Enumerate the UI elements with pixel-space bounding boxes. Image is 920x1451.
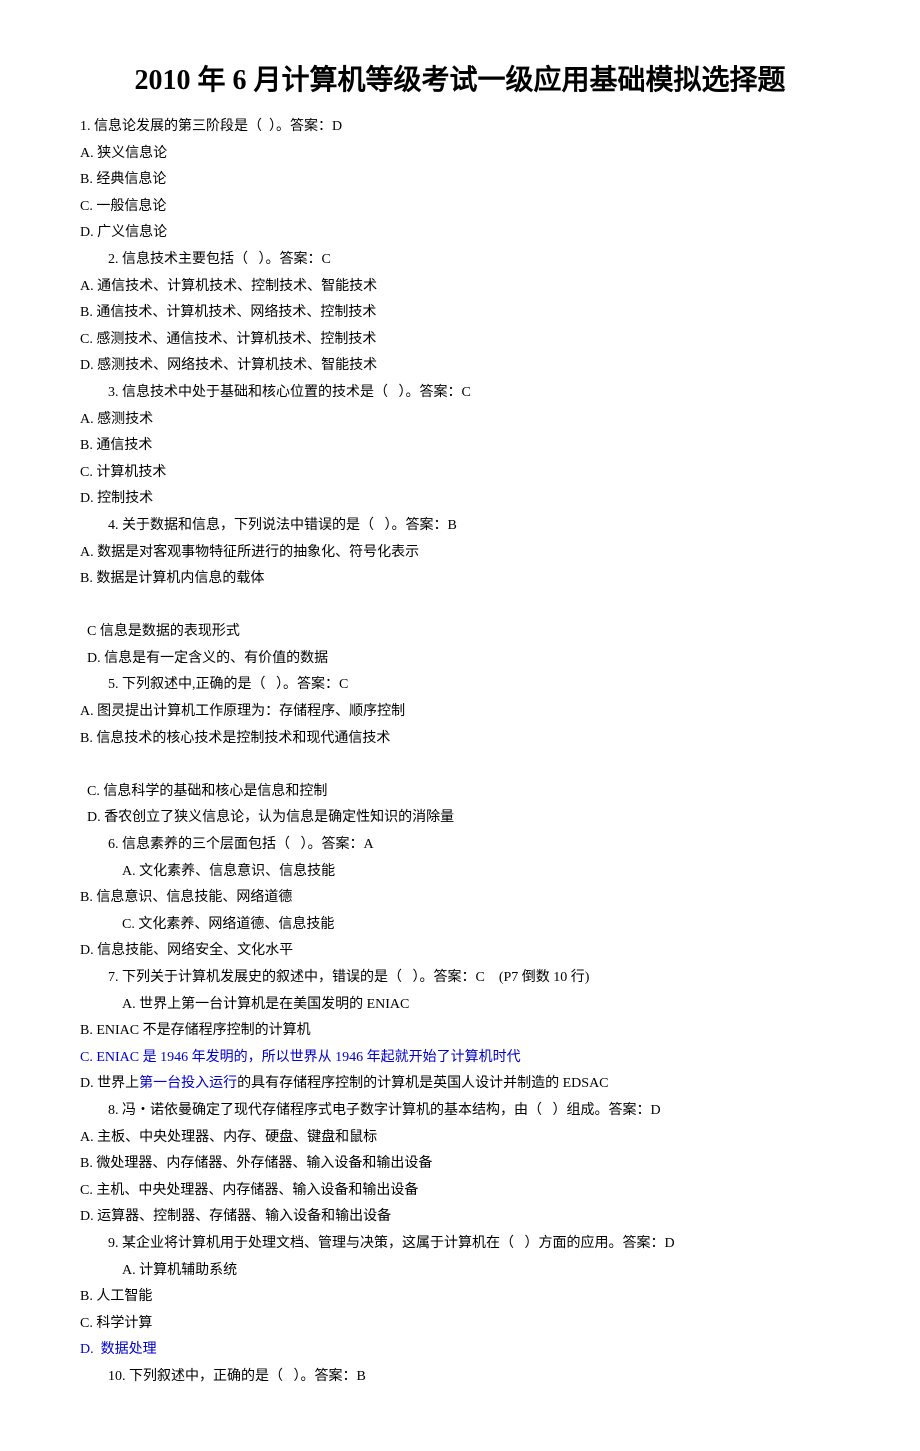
option-3d: D. 控制技术 bbox=[80, 486, 840, 513]
option-4a: A. 数据是对客观事物特征所进行的抽象化、符号化表示 bbox=[80, 540, 840, 567]
option-4cd-row: C 信息是数据的表现形式 D. 信息是有一定含义的、有价值的数据 bbox=[80, 593, 840, 673]
option-4d: D. 信息是有一定含义的、有价值的数据 bbox=[87, 651, 328, 666]
option-9d: D. 数据处理 bbox=[80, 1337, 840, 1364]
option-8d: D. 运算器、控制器、存储器、输入设备和输出设备 bbox=[80, 1204, 840, 1231]
option-4b: B. 数据是计算机内信息的载体 bbox=[80, 566, 840, 593]
document-title: 2010 年 6 月计算机等级考试一级应用基础模拟选择题 bbox=[80, 60, 840, 102]
option-9b: B. 人工智能 bbox=[80, 1284, 840, 1311]
option-5a: A. 图灵提出计算机工作原理为：存储程序、顺序控制 bbox=[80, 699, 840, 726]
option-8a: A. 主板、中央处理器、内存、硬盘、键盘和鼠标 bbox=[80, 1125, 840, 1152]
option-7d: D. 世界上第一台投入运行的具有存储程序控制的计算机是英国人设计并制造的 EDS… bbox=[80, 1071, 840, 1098]
option-2d: D. 感测技术、网络技术、计算机技术、智能技术 bbox=[80, 353, 840, 380]
option-4c: C 信息是数据的表现形式 bbox=[87, 619, 477, 646]
option-1b: B. 经典信息论 bbox=[80, 167, 840, 194]
option-5b: B. 信息技术的核心技术是控制技术和现代通信技术 bbox=[80, 726, 840, 753]
option-1d: D. 广义信息论 bbox=[80, 220, 840, 247]
option-7c: C. ENIAC 是 1946 年发明的，所以世界从 1946 年起就开始了计算… bbox=[80, 1045, 840, 1072]
question-3: 3. 信息技术中处于基础和核心位置的技术是（ ）。答案：C bbox=[80, 380, 840, 407]
question-7: 7. 下列关于计算机发展史的叙述中，错误的是（ ）。答案：C (P7 倒数 10… bbox=[80, 965, 840, 992]
question-9: 9. 某企业将计算机用于处理文档、管理与决策，这属于计算机在（ ）方面的应用。答… bbox=[80, 1231, 840, 1258]
option-3b: B. 通信技术 bbox=[80, 433, 840, 460]
option-5c: C. 信息科学的基础和核心是信息和控制 bbox=[87, 779, 477, 806]
question-4: 4. 关于数据和信息，下列说法中错误的是（ ）。答案：B bbox=[80, 513, 840, 540]
question-5: 5. 下列叙述中,正确的是（ ）。答案：C bbox=[80, 672, 840, 699]
option-6c: C. 文化素养、网络道德、信息技能 bbox=[80, 912, 840, 939]
option-1a: A. 狭义信息论 bbox=[80, 141, 840, 168]
question-1: 1. 信息论发展的第三阶段是（ ）。答案：D bbox=[80, 114, 840, 141]
option-6b: B. 信息意识、信息技能、网络道德 bbox=[80, 885, 840, 912]
question-8: 8. 冯・诺依曼确定了现代存储程序式电子数字计算机的基本结构，由（ ）组成。答案… bbox=[80, 1098, 840, 1125]
option-3a: A. 感测技术 bbox=[80, 407, 840, 434]
option-7b: B. ENIAC 不是存储程序控制的计算机 bbox=[80, 1018, 840, 1045]
option-5cd-row: C. 信息科学的基础和核心是信息和控制 D. 香农创立了狭义信息论，认为信息是确… bbox=[80, 752, 840, 832]
option-5d: D. 香农创立了狭义信息论，认为信息是确定性知识的消除量 bbox=[87, 810, 454, 825]
option-2a: A. 通信技术、计算机技术、控制技术、智能技术 bbox=[80, 274, 840, 301]
option-3c: C. 计算机技术 bbox=[80, 460, 840, 487]
option-7a: A. 世界上第一台计算机是在美国发明的 ENIAC bbox=[80, 992, 840, 1019]
option-6d: D. 信息技能、网络安全、文化水平 bbox=[80, 938, 840, 965]
option-1c: C. 一般信息论 bbox=[80, 194, 840, 221]
option-6a: A. 文化素养、信息意识、信息技能 bbox=[80, 859, 840, 886]
question-10: 10. 下列叙述中，正确的是（ ）。答案：B bbox=[80, 1364, 840, 1391]
question-2: 2. 信息技术主要包括（ ）。答案：C bbox=[80, 247, 840, 274]
option-2c: C. 感测技术、通信技术、计算机技术、控制技术 bbox=[80, 327, 840, 354]
option-2b: B. 通信技术、计算机技术、网络技术、控制技术 bbox=[80, 300, 840, 327]
option-8b: B. 微处理器、内存储器、外存储器、输入设备和输出设备 bbox=[80, 1151, 840, 1178]
option-9a: A. 计算机辅助系统 bbox=[80, 1258, 840, 1285]
question-6: 6. 信息素养的三个层面包括（ ）。答案：A bbox=[80, 832, 840, 859]
option-8c: C. 主机、中央处理器、内存储器、输入设备和输出设备 bbox=[80, 1178, 840, 1205]
option-9c: C. 科学计算 bbox=[80, 1311, 840, 1338]
